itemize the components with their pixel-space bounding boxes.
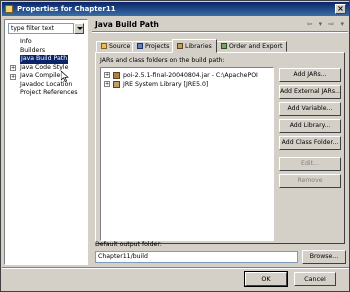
- tree-item-java-code-style[interactable]: + Java Code Style: [9, 64, 87, 73]
- output-folder-label: Default output folder:: [95, 241, 162, 248]
- mouse-pointer-icon: [61, 71, 69, 82]
- tab-order-and-export[interactable]: Order and Export: [216, 41, 288, 52]
- output-folder-field[interactable]: Chapter11/build: [95, 251, 298, 263]
- library-icon: [113, 80, 120, 88]
- tab-source[interactable]: Source: [96, 41, 136, 52]
- add-external-jars-button[interactable]: Add External JARs...: [279, 85, 341, 99]
- properties-dialog: Properties for Chapter11 × type filter t…: [0, 0, 350, 292]
- jar-list-label: JARs and class folders on the build path…: [100, 57, 225, 64]
- property-page-tree-pane: type filter text Info Builders Java Buil…: [4, 19, 88, 265]
- tab-label: Projects: [145, 43, 170, 50]
- edit-button[interactable]: Edit...: [279, 157, 341, 171]
- page-title: Java Build Path: [95, 20, 159, 29]
- header-divider: [92, 31, 348, 33]
- cancel-button[interactable]: Cancel: [294, 272, 336, 286]
- tree-item-java-compiler[interactable]: + Java Compiler: [9, 72, 87, 81]
- footer-divider: [2, 267, 349, 269]
- libraries-icon: [177, 43, 183, 49]
- tree-item-label: Builders: [20, 46, 46, 54]
- tab-projects[interactable]: Projects: [132, 41, 175, 52]
- tree-item-label: Java Compiler: [20, 72, 63, 79]
- tree-item-label: Project References: [20, 89, 78, 96]
- remove-button[interactable]: Remove: [279, 174, 341, 188]
- tree-item-info[interactable]: Info: [9, 38, 87, 47]
- list-item-label: poi-2.5.1-final-20040804.jar - C:\Apache…: [123, 72, 258, 79]
- libraries-tab-panel: JARs and class folders on the build path…: [95, 52, 345, 244]
- source-folder-icon: [101, 43, 107, 49]
- title-bar[interactable]: Properties for Chapter11 ×: [2, 2, 349, 16]
- add-library-button[interactable]: Add Library...: [279, 119, 341, 133]
- order-export-icon: [221, 43, 227, 49]
- browse-button[interactable]: Browse...: [302, 250, 346, 264]
- window-icon: [5, 5, 13, 13]
- expand-icon[interactable]: +: [10, 73, 16, 80]
- property-page: Java Build Path ⇦ ▾ ⇨ ▾ Source Projects …: [92, 19, 348, 265]
- tree-item-project-references[interactable]: Project References: [9, 89, 87, 98]
- list-item-label: JRE System Library [JRE5.0]: [123, 81, 209, 88]
- tree-item-javadoc-location[interactable]: Javadoc Location: [9, 81, 87, 90]
- property-tree: Info Builders Java Build Path + Java Code…: [9, 38, 87, 98]
- tab-label: Libraries: [185, 43, 212, 50]
- tree-item-label: Info: [20, 38, 32, 45]
- tab-label: Source: [109, 43, 131, 50]
- add-jars-button[interactable]: Add JARs...: [279, 68, 341, 82]
- list-item[interactable]: + poi-2.5.1-final-20040804.jar - C:\Apach…: [104, 71, 258, 80]
- tab-libraries[interactable]: Libraries: [172, 39, 217, 53]
- list-item[interactable]: + JRE System Library [JRE5.0]: [104, 80, 208, 89]
- close-button[interactable]: ×: [335, 4, 346, 14]
- tree-item-builders[interactable]: Builders: [9, 47, 87, 56]
- projects-icon: [137, 43, 143, 49]
- expand-icon[interactable]: +: [104, 72, 110, 78]
- tree-item-java-build-path[interactable]: Java Build Path: [9, 55, 87, 64]
- tab-label: Order and Export: [229, 43, 283, 50]
- add-class-folder-button[interactable]: Add Class Folder...: [279, 136, 341, 150]
- filter-input[interactable]: type filter text: [8, 23, 74, 34]
- ok-button[interactable]: OK: [244, 271, 288, 287]
- expand-icon[interactable]: +: [104, 81, 110, 87]
- expand-icon[interactable]: +: [10, 65, 16, 71]
- build-path-list[interactable]: + poi-2.5.1-final-20040804.jar - C:\Apach…: [100, 67, 274, 241]
- window-title: Properties for Chapter11: [17, 5, 116, 13]
- add-variable-button[interactable]: Add Variable...: [279, 102, 341, 116]
- jar-icon: [113, 71, 120, 79]
- tree-item-label: Java Build Path: [20, 55, 69, 64]
- filter-dropdown-button[interactable]: [74, 23, 84, 34]
- back-forward-icons[interactable]: ⇦ ▾ ⇨ ▾: [307, 20, 346, 28]
